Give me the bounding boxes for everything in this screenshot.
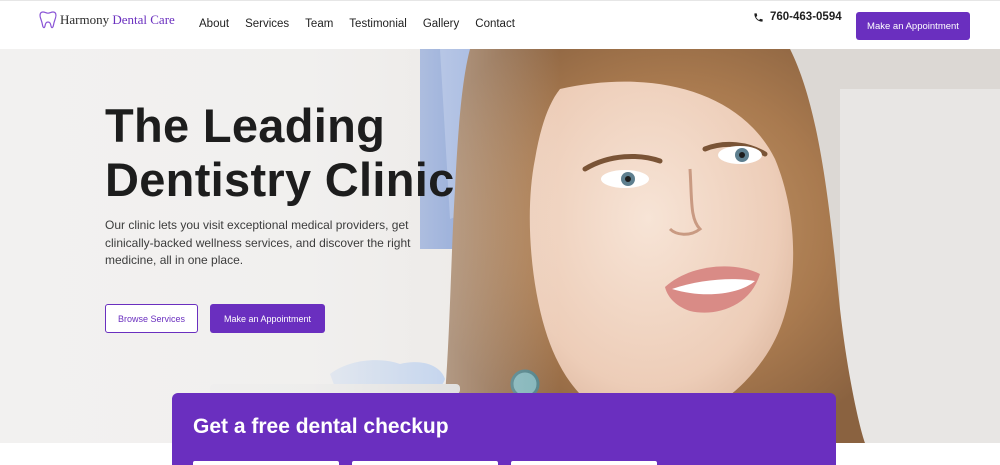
brand-name-part2: Dental Care <box>112 12 175 27</box>
phone-number: 760-463-0594 <box>770 11 842 23</box>
nav-item-services[interactable]: Services <box>245 18 289 30</box>
checkup-field-1[interactable] <box>193 461 339 465</box>
nav-item-about[interactable]: About <box>199 18 229 30</box>
checkup-field-3[interactable] <box>511 461 657 465</box>
tooth-icon <box>39 11 57 29</box>
top-navbar: Harmony Dental Care About Services Team … <box>0 0 1000 49</box>
nav-item-gallery[interactable]: Gallery <box>423 18 459 30</box>
nav-item-team[interactable]: Team <box>305 18 333 30</box>
hero-section: The Leading Dentistry Clinic Our clinic … <box>0 49 1000 443</box>
brand-name-part1: Harmony <box>60 12 113 27</box>
brand-name: Harmony Dental Care <box>60 12 175 28</box>
phone-icon <box>754 12 763 22</box>
phone-contact[interactable]: 760-463-0594 <box>753 11 842 23</box>
nav-appointment-button[interactable]: Make an Appointment <box>856 12 970 40</box>
hero-appointment-button[interactable]: Make an Appointment <box>210 304 325 333</box>
checkup-field-2[interactable] <box>352 461 498 465</box>
main-menu: About Services Team Testimonial Gallery … <box>199 18 515 30</box>
free-checkup-card: Get a free dental checkup <box>172 393 836 465</box>
hero-title: The Leading Dentistry Clinic <box>105 99 455 207</box>
checkup-title: Get a free dental checkup <box>193 415 449 438</box>
nav-item-testimonial[interactable]: Testimonial <box>349 18 407 30</box>
browse-services-button[interactable]: Browse Services <box>105 304 198 333</box>
nav-item-contact[interactable]: Contact <box>475 18 515 30</box>
hero-title-line2: Dentistry Clinic <box>105 153 455 206</box>
hero-description: Our clinic lets you visit exceptional me… <box>105 218 411 267</box>
hero-title-line1: The Leading <box>105 99 386 152</box>
brand-logo[interactable]: Harmony Dental Care <box>39 10 175 30</box>
